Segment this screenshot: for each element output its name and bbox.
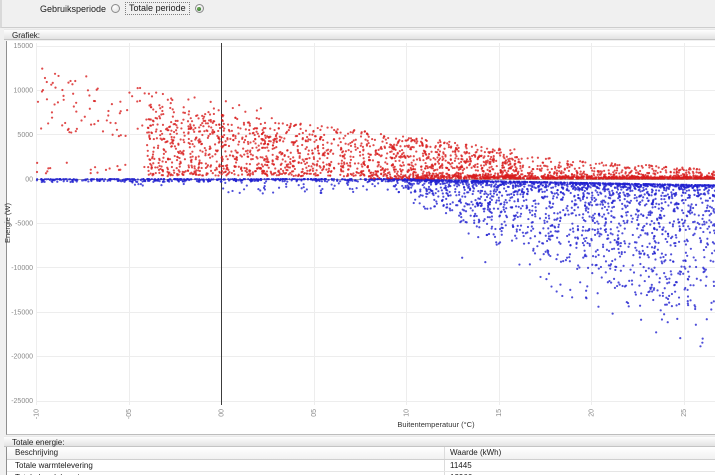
gebruiksperiode-radio[interactable] <box>111 4 120 13</box>
period-selector-panel: Gebruiksperiode Totale periode <box>0 0 715 28</box>
totals-table: Beschrijving Waarde (kWh) Totale warmtel… <box>6 447 715 475</box>
totale-energie-title: Totale energie: <box>12 438 64 447</box>
app-window: Gebruiksperiode Totale periode Grafiek: … <box>0 0 715 475</box>
totale-periode-label[interactable]: Totale periode <box>125 2 190 15</box>
row-label: Totale warmtelevering <box>7 460 445 471</box>
col-header-beschrijving: Beschrijving <box>7 447 445 459</box>
period-group-label: Gebruiksperiode <box>40 4 106 14</box>
totale-periode-radio[interactable] <box>195 4 204 13</box>
grafiek-section-header: Grafiek: <box>4 29 715 40</box>
period-radio-group: Gebruiksperiode Totale periode <box>40 2 204 15</box>
radio-checked-dot <box>197 7 201 11</box>
x-axis-title: Buitentemperatuur (°C) <box>336 420 536 429</box>
energy-scatter-chart <box>10 41 715 434</box>
grafiek-title: Grafiek: <box>12 31 40 40</box>
row-value: 11445 <box>445 460 715 471</box>
totale-energie-section-header: Totale energie: <box>4 436 715 447</box>
totals-table-header: Beschrijving Waarde (kWh) <box>7 447 715 460</box>
col-header-waarde: Waarde (kWh) <box>445 447 715 459</box>
y-axis-title: Energie (W) <box>3 203 12 243</box>
table-row[interactable]: Totale warmtelevering 11445 <box>7 460 715 472</box>
